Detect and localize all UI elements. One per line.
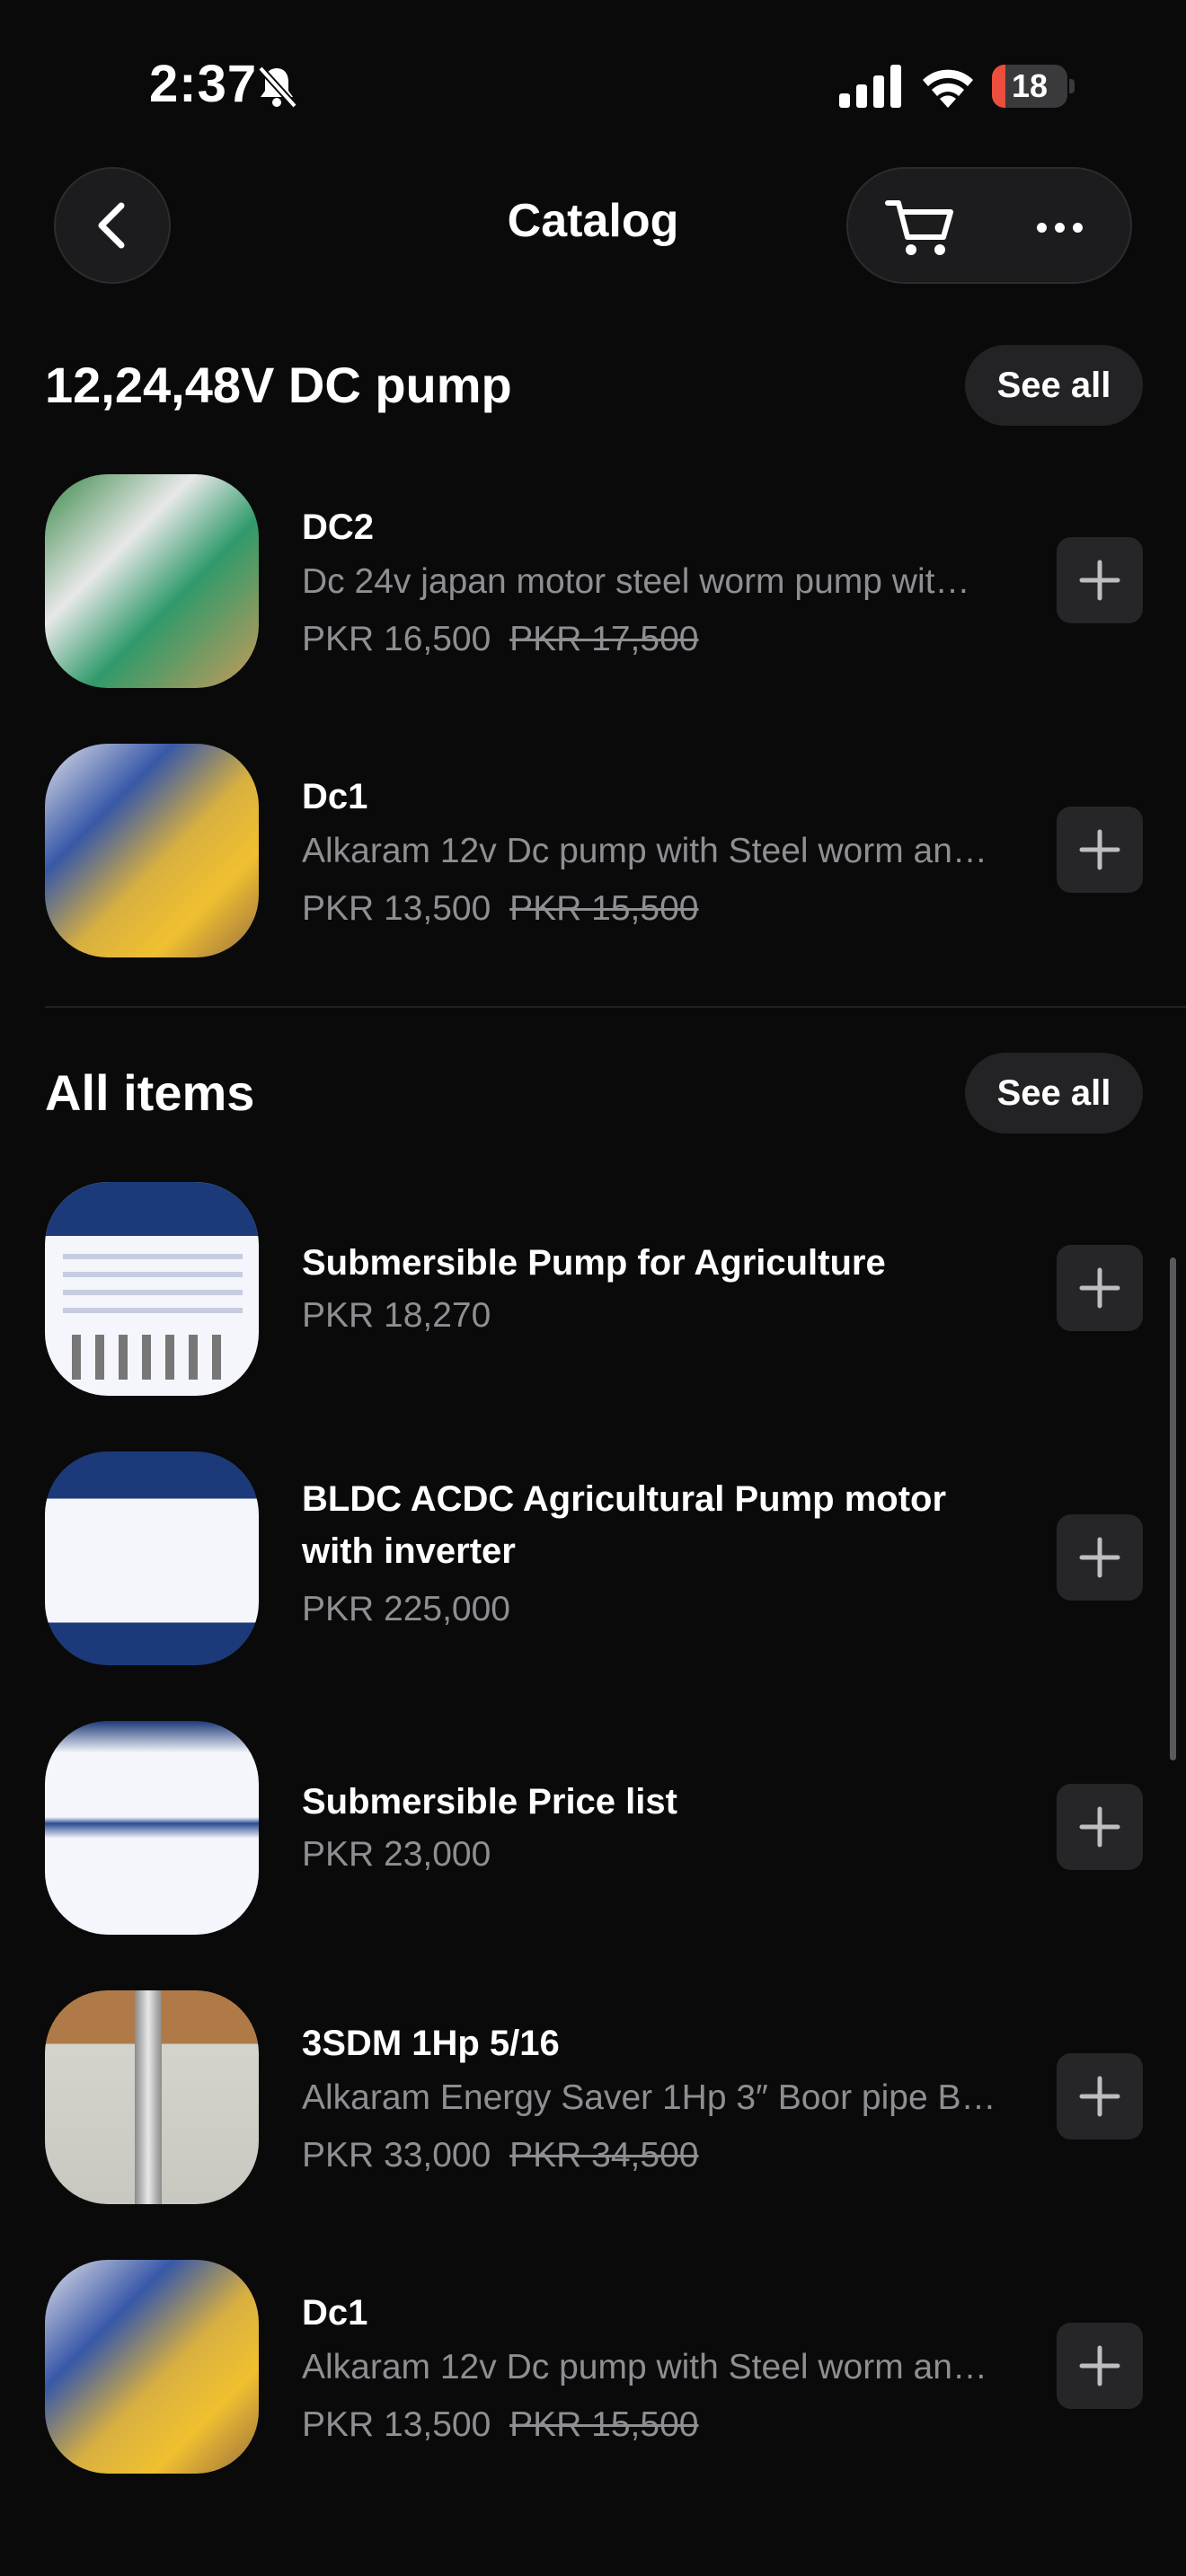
add-to-cart-button[interactable] [1057, 1784, 1143, 1870]
product-price: PKR 18,270 [302, 1296, 491, 1335]
scrollbar[interactable] [1170, 1257, 1176, 1760]
product-price: PKR 23,000 [302, 1835, 491, 1874]
add-to-cart-button[interactable] [1057, 1514, 1143, 1601]
product-price: PKR 225,000 [302, 1590, 511, 1628]
chevron-left-icon [98, 202, 125, 249]
add-to-cart-button[interactable] [1057, 1245, 1143, 1331]
nav-actions [846, 167, 1132, 284]
product-image [45, 1721, 259, 1935]
cart-icon[interactable] [884, 196, 958, 259]
product-image [45, 1990, 259, 2204]
add-to-cart-button[interactable] [1057, 537, 1143, 623]
plus-icon [1079, 1537, 1120, 1578]
product-image [45, 1451, 259, 1665]
section-title-dc-pump: 12,24,48V DC pump [45, 357, 512, 413]
battery-icon: 18 [992, 65, 1075, 110]
status-time: 2:37 [149, 55, 258, 113]
product-name: DC2 [302, 507, 375, 547]
product-name: Dc1 [302, 2293, 368, 2333]
see-all-button-all-items[interactable]: See all [965, 1053, 1143, 1134]
status-bar: 2:37 18 [0, 0, 1186, 171]
section-title-all-items: All items [45, 1064, 255, 1121]
product-image [45, 1182, 259, 1396]
add-to-cart-button[interactable] [1057, 2323, 1143, 2409]
product-price: PKR 13,500 [302, 2405, 491, 2444]
product-name: BLDC ACDC Agricultural Pump motor with i… [302, 1479, 947, 1571]
add-to-cart-button[interactable] [1057, 2053, 1143, 2139]
product-image [45, 2260, 259, 2474]
battery-percent: 18 [1011, 67, 1049, 104]
product-old-price: PKR 34,500 [509, 2136, 699, 2175]
product-price-group: PKR 13,500 PKR 15,500 [302, 2405, 698, 2445]
product-description: Alkaram 12v Dc pump with Steel worm an… [302, 2348, 987, 2386]
plus-icon [1079, 829, 1120, 870]
product-price-group: PKR 33,000 PKR 34,500 [302, 2136, 698, 2175]
product-description: Alkaram Energy Saver 1Hp 3″ Boor pipe B… [302, 2078, 996, 2117]
product-image [45, 474, 259, 688]
product-old-price: PKR 15,500 [509, 889, 699, 928]
product-price-group: PKR 16,500 PKR 17,500 [302, 620, 698, 659]
product-price: PKR 33,000 [302, 2136, 491, 2175]
product-description: Alkaram 12v Dc pump with Steel worm an… [302, 832, 987, 870]
plus-icon [1079, 1267, 1120, 1309]
page-title: Catalog [507, 195, 679, 247]
product-price-group: PKR 13,500 PKR 15,500 [302, 889, 698, 929]
product-description: Dc 24v japan motor steel worm pump wit… [302, 562, 970, 601]
back-button[interactable] [54, 167, 171, 284]
product-old-price: PKR 15,500 [509, 2405, 699, 2444]
add-to-cart-button[interactable] [1057, 807, 1143, 893]
product-name: Dc1 [302, 777, 368, 816]
product-name: Submersible Price list [302, 1782, 677, 1822]
product-price: PKR 13,500 [302, 889, 491, 928]
product-image [45, 744, 259, 957]
plus-icon [1079, 1806, 1120, 1848]
wifi-icon [923, 69, 973, 108]
plus-icon [1079, 560, 1120, 601]
plus-icon [1079, 2076, 1120, 2117]
product-name: Submersible Pump for Agriculture [302, 1243, 886, 1283]
plus-icon [1079, 2345, 1120, 2386]
bell-slash-icon [258, 66, 297, 109]
product-name: 3SDM 1Hp 5/16 [302, 2024, 560, 2063]
more-options-icon[interactable] [1028, 196, 1091, 259]
section-divider [45, 1006, 1186, 1008]
product-old-price: PKR 17,500 [509, 620, 699, 658]
see-all-button-dc-pump[interactable]: See all [965, 345, 1143, 426]
product-price: PKR 16,500 [302, 620, 491, 658]
cellular-signal-icon [839, 65, 901, 108]
